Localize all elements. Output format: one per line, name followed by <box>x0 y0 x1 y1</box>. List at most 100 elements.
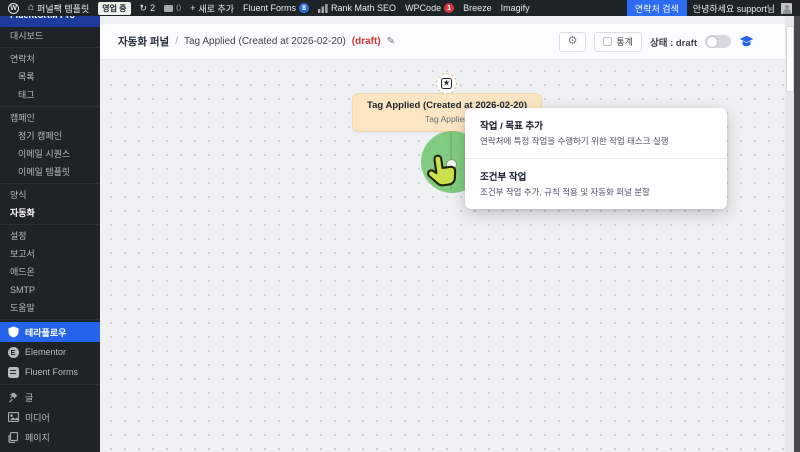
wordpress-logo-icon[interactable]: W <box>8 2 19 14</box>
sidebar-item-label: 미디어 <box>25 412 50 423</box>
scrollbar-thumb[interactable] <box>785 26 794 92</box>
home-icon: ⌂ <box>28 2 35 13</box>
breadcrumb-separator: / <box>175 36 178 47</box>
sidebar-item-smtp[interactable]: SMTP <box>0 281 100 299</box>
stats-label: 통계 <box>616 37 633 47</box>
media-icon <box>7 411 19 423</box>
gear-icon: ⚙ <box>567 35 578 47</box>
menu-item-add-action[interactable]: 작업 / 목표 추가 연락처에 특정 작업을 수행하기 위한 작업 태스크 실행 <box>465 108 727 158</box>
settings-button[interactable]: ⚙ <box>558 31 587 52</box>
sidebar-divider <box>0 319 100 320</box>
fluentcrm-brand-label: FluentCRM Pro <box>0 16 100 20</box>
new-content-label: 새로 추가 <box>198 3 235 14</box>
automation-canvas[interactable]: ★ Tag Applied (Created at 2026-02-20) Ta… <box>100 60 800 452</box>
sidebar-item-email-sequences[interactable]: 이메일 시퀀스 <box>0 145 100 163</box>
sidebar-item-fluent-forms[interactable]: Fluent Forms <box>0 362 100 382</box>
menu-item-description: 연락처에 특정 작업을 수행하기 위한 작업 태스크 실행 <box>480 136 669 146</box>
pages-icon <box>7 431 19 443</box>
sidebar-item-automations[interactable]: 자동화 <box>0 204 100 222</box>
breadcrumb-root[interactable]: 자동화 퍼널 <box>118 34 169 49</box>
site-name-menu[interactable]: ⌂ 퍼널팩 템플릿 <box>28 2 89 15</box>
sidebar-item-label: Fluent Forms <box>25 367 79 377</box>
sidebar-divider <box>0 183 100 184</box>
wpcode-menu[interactable]: WPCode 1 <box>405 3 455 13</box>
sidebar-item-lists[interactable]: 목록 <box>0 68 100 86</box>
status-toggle-switch[interactable] <box>705 35 731 48</box>
hand-cursor-icon <box>422 150 462 199</box>
stats-toggle-button[interactable]: 통계 <box>594 31 642 52</box>
menu-item-title: 작업 / 목표 추가 <box>480 121 543 132</box>
sidebar-item-fluentcrm[interactable]: FluentCRM Pro <box>0 16 100 27</box>
store-status-badge: 영업 중 <box>98 1 131 15</box>
sidebar-item-tags[interactable]: 태그 <box>0 86 100 104</box>
menu-item-conditional[interactable]: 조건부 작업 조건부 작업 추가, 규칙 적용 및 자동화 퍼널 분할 <box>465 158 727 209</box>
new-content-menu[interactable]: + 새로 추가 <box>190 2 234 15</box>
funnel-status-label: 상태 : draft <box>649 37 697 49</box>
sidebar-item-forms[interactable]: 양식 <box>0 186 100 204</box>
sidebar-item-recurring-campaigns[interactable]: 정기 캠페인 <box>0 127 100 145</box>
contact-search-button[interactable]: 연락처 검색 <box>626 0 687 16</box>
sidebar-item-media[interactable]: 미디어 <box>0 407 100 427</box>
sidebar-item-label: Elementor <box>25 347 67 357</box>
star-icon: ★ <box>441 78 452 89</box>
sidebar-item-label: 페이지 <box>25 432 50 443</box>
sidebar-divider <box>0 224 100 225</box>
updates-icon: ↻ <box>139 2 148 13</box>
draft-status-label: (draft) <box>351 36 381 47</box>
site-name-label: 퍼널팩 템플릿 <box>37 3 90 14</box>
content-top-gap <box>100 16 800 24</box>
sidebar-item-label: 테라플로우 <box>25 327 67 338</box>
sidebar-divider <box>0 384 100 385</box>
sidebar-item-email-templates[interactable]: 이메일 템플릿 <box>0 163 100 181</box>
sidebar-divider <box>0 106 100 107</box>
comments-icon <box>164 4 174 12</box>
comments-count: 0 <box>176 3 182 13</box>
plus-icon: + <box>190 3 196 13</box>
stats-checkbox[interactable] <box>603 37 613 46</box>
rank-math-menu[interactable]: Rank Math SEO <box>318 3 396 13</box>
sidebar-item-addons[interactable]: 애드온 <box>0 263 100 281</box>
trigger-badge-icon: ★ <box>436 73 457 94</box>
wpcode-label: WPCode <box>405 3 442 13</box>
add-step-popup-menu: 작업 / 목표 추가 연락처에 특정 작업을 수행하기 위한 작업 태스크 실행… <box>465 108 727 209</box>
sidebar-item-campaigns[interactable]: 캠페인 <box>0 109 100 127</box>
sidebar-item-theraflow[interactable]: 테라플로우 <box>0 322 100 342</box>
fluent-forms-menu[interactable]: Fluent Forms 8 <box>243 3 310 13</box>
menu-item-description: 조건부 작업 추가, 규칙 적용 및 자동화 퍼널 분할 <box>480 187 650 197</box>
sidebar-item-dashboard[interactable]: 대시보드 <box>0 27 100 45</box>
bar-chart-icon <box>318 3 328 13</box>
rank-math-label: Rank Math SEO <box>331 3 397 13</box>
wp-admin-bar: W ⌂ 퍼널팩 템플릿 영업 중 ↻ 2 0 + 새로 추가 Fluent Fo… <box>0 0 800 16</box>
funnel-header: 자동화 퍼널 / Tag Applied (Created at 2026-02… <box>100 24 800 60</box>
admin-bar-right: 연락처 검색 안녕하세요 support님 <box>626 0 792 16</box>
sidebar-item-posts[interactable]: 글 <box>0 387 100 407</box>
funnel-title: Tag Applied (Created at 2026-02-20) <box>184 36 346 47</box>
sidebar-item-reports[interactable]: 보고서 <box>0 245 100 263</box>
main-content: 자동화 퍼널 / Tag Applied (Created at 2026-02… <box>100 16 800 452</box>
sidebar-item-elementor[interactable]: E Elementor <box>0 342 100 362</box>
shield-icon <box>7 326 19 338</box>
sidebar-divider <box>0 47 100 48</box>
breeze-menu[interactable]: Breeze <box>463 3 492 13</box>
imagify-menu[interactable]: Imagify <box>501 3 530 13</box>
sidebar-item-label: 글 <box>25 392 34 403</box>
elementor-icon: E <box>7 346 19 358</box>
window-edge-strip <box>794 16 800 452</box>
sidebar-item-settings[interactable]: 설정 <box>0 227 100 245</box>
sidebar-item-help[interactable]: 도움말 <box>0 299 100 317</box>
updates-count: 2 <box>150 3 156 13</box>
fluent-forms-icon <box>7 366 19 378</box>
edit-title-icon[interactable]: ✎ <box>387 36 395 47</box>
header-actions: ⚙ 통계 상태 : draft <box>558 31 754 52</box>
updates-menu[interactable]: ↻ 2 <box>140 3 156 14</box>
admin-sidebar: FluentCRM Pro 대시보드 연락처 목록 태그 캠페인 정기 캠페인 … <box>0 16 100 452</box>
sidebar-item-pages[interactable]: 페이지 <box>0 427 100 447</box>
user-avatar[interactable] <box>781 2 792 14</box>
graduation-cap-icon[interactable] <box>739 35 754 48</box>
wpcode-count-badge: 1 <box>444 3 455 13</box>
sidebar-item-contacts[interactable]: 연락처 <box>0 50 100 68</box>
account-greeting[interactable]: 안녕하세요 support님 <box>687 2 781 15</box>
menu-item-title: 조건부 작업 <box>480 172 527 183</box>
fluent-forms-label: Fluent Forms <box>243 3 297 13</box>
comments-menu[interactable]: 0 <box>164 3 181 13</box>
